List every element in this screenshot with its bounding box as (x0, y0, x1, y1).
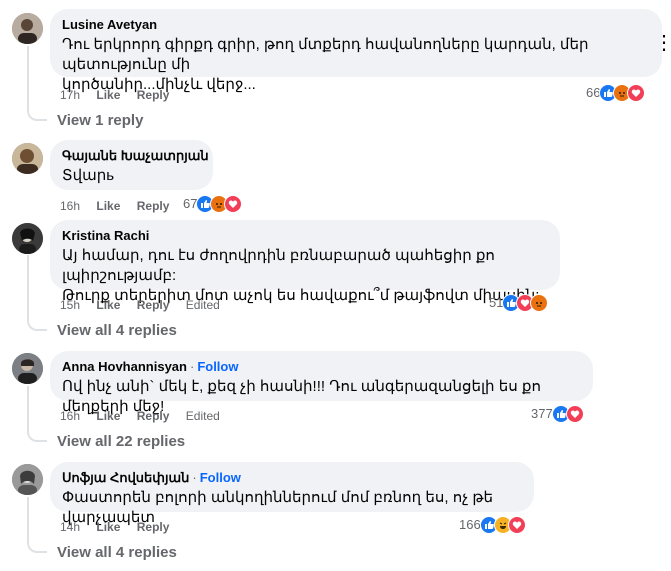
comment-actions: 16h Like Reply Edited (60, 408, 233, 424)
comment-text: Տվարь (62, 167, 115, 184)
view-replies-link[interactable]: View all 4 replies (57, 321, 177, 341)
thread-line-curve (27, 432, 47, 442)
edited-label[interactable]: Edited (186, 409, 220, 423)
comment-bubble: Գայանե Խաչատրյան Տվարь (50, 140, 213, 190)
like-button[interactable]: Like (96, 298, 120, 312)
love-icon (565, 405, 584, 423)
reaction-summary[interactable]: 166 (459, 516, 526, 534)
reaction-summary[interactable]: 66 (586, 84, 646, 102)
comment-author[interactable]: Kristina Rachi (62, 228, 548, 244)
comment-time[interactable]: 16h (60, 199, 80, 213)
avatar[interactable] (12, 143, 43, 174)
reply-button[interactable]: Reply (137, 409, 170, 423)
view-replies-link[interactable]: View 1 reply (57, 111, 143, 131)
reply-button[interactable]: Reply (137, 298, 170, 312)
comment-author[interactable]: Գայանե Խաչատրյան (62, 148, 209, 164)
comment-actions: 14h Like Reply (60, 519, 182, 535)
comment-actions: 16h Like Reply (60, 198, 182, 214)
thread-line (27, 46, 29, 111)
thread-line-curve (27, 543, 47, 553)
comment-author[interactable]: Anna Hovhannisyan · Follow (62, 359, 581, 375)
separator-dot: · (192, 470, 197, 485)
like-button[interactable]: Like (96, 88, 120, 102)
like-button[interactable]: Like (96, 520, 120, 534)
follow-button[interactable]: Follow (200, 470, 241, 485)
edited-label[interactable]: Edited (186, 298, 220, 312)
reaction-count: 51 (489, 295, 504, 310)
view-replies-link[interactable]: View all 22 replies (57, 432, 185, 452)
love-icon (507, 516, 526, 534)
reply-button[interactable]: Reply (137, 520, 170, 534)
reaction-count: 66 (586, 85, 601, 100)
comment-text: Դու երկրորդ գիրքդ գրիր, թող մտքերդ հավան… (62, 36, 589, 93)
like-button[interactable]: Like (96, 409, 120, 423)
avatar[interactable] (12, 464, 43, 495)
reaction-count: 166 (459, 517, 481, 532)
comment-author[interactable]: Սոֆյա Հովսեփյան · Follow (62, 470, 522, 486)
comment-bubble: Սոֆյա Հովսեփյան · Follow Փաստորեն բոլորի ա… (50, 462, 534, 526)
more-options-icon[interactable]: ⋮ (654, 30, 671, 55)
comment-bubble: Kristina Rachi Այ համար, դու էս ժողովրդի… (50, 220, 560, 304)
love-icon (627, 84, 646, 102)
comment-time[interactable]: 15h (60, 298, 80, 312)
reply-button[interactable]: Reply (137, 88, 170, 102)
thread-line-curve (27, 321, 47, 331)
comment-time[interactable]: 16h (60, 409, 80, 423)
comment-time[interactable]: 17h (60, 88, 80, 102)
thread-line (27, 497, 29, 543)
thread-line (27, 386, 29, 432)
separator-dot: · (189, 359, 195, 374)
comment-bubble: Lusine Avetyan Դու երկրորդ գիրքդ գրիր, թ… (50, 9, 662, 93)
reply-button[interactable]: Reply (137, 199, 170, 213)
reaction-summary[interactable]: 51 (489, 294, 549, 312)
comment-author[interactable]: Lusine Avetyan (62, 17, 650, 33)
follow-button[interactable]: Follow (197, 359, 238, 374)
reaction-summary[interactable]: 377 (531, 405, 584, 423)
avatar[interactable] (12, 223, 43, 254)
thread-line-curve (27, 111, 47, 121)
comment-actions: 15h Like Reply Edited (60, 297, 233, 313)
reaction-count: 377 (531, 406, 553, 421)
avatar[interactable] (12, 13, 43, 44)
like-button[interactable]: Like (96, 199, 120, 213)
comment-actions: 17h Like Reply (60, 87, 182, 103)
love-icon (224, 195, 243, 213)
view-replies-link[interactable]: View all 4 replies (57, 543, 177, 563)
comment-bubble: Anna Hovhannisyan · Follow Ով ինչ անի` մեկ… (50, 351, 593, 415)
angry-icon (530, 294, 549, 312)
avatar[interactable] (12, 353, 43, 384)
reaction-count: 67 (183, 196, 198, 211)
reaction-summary[interactable]: 67 (183, 195, 243, 213)
comment-time[interactable]: 14h (60, 520, 80, 534)
thread-line (27, 255, 29, 321)
